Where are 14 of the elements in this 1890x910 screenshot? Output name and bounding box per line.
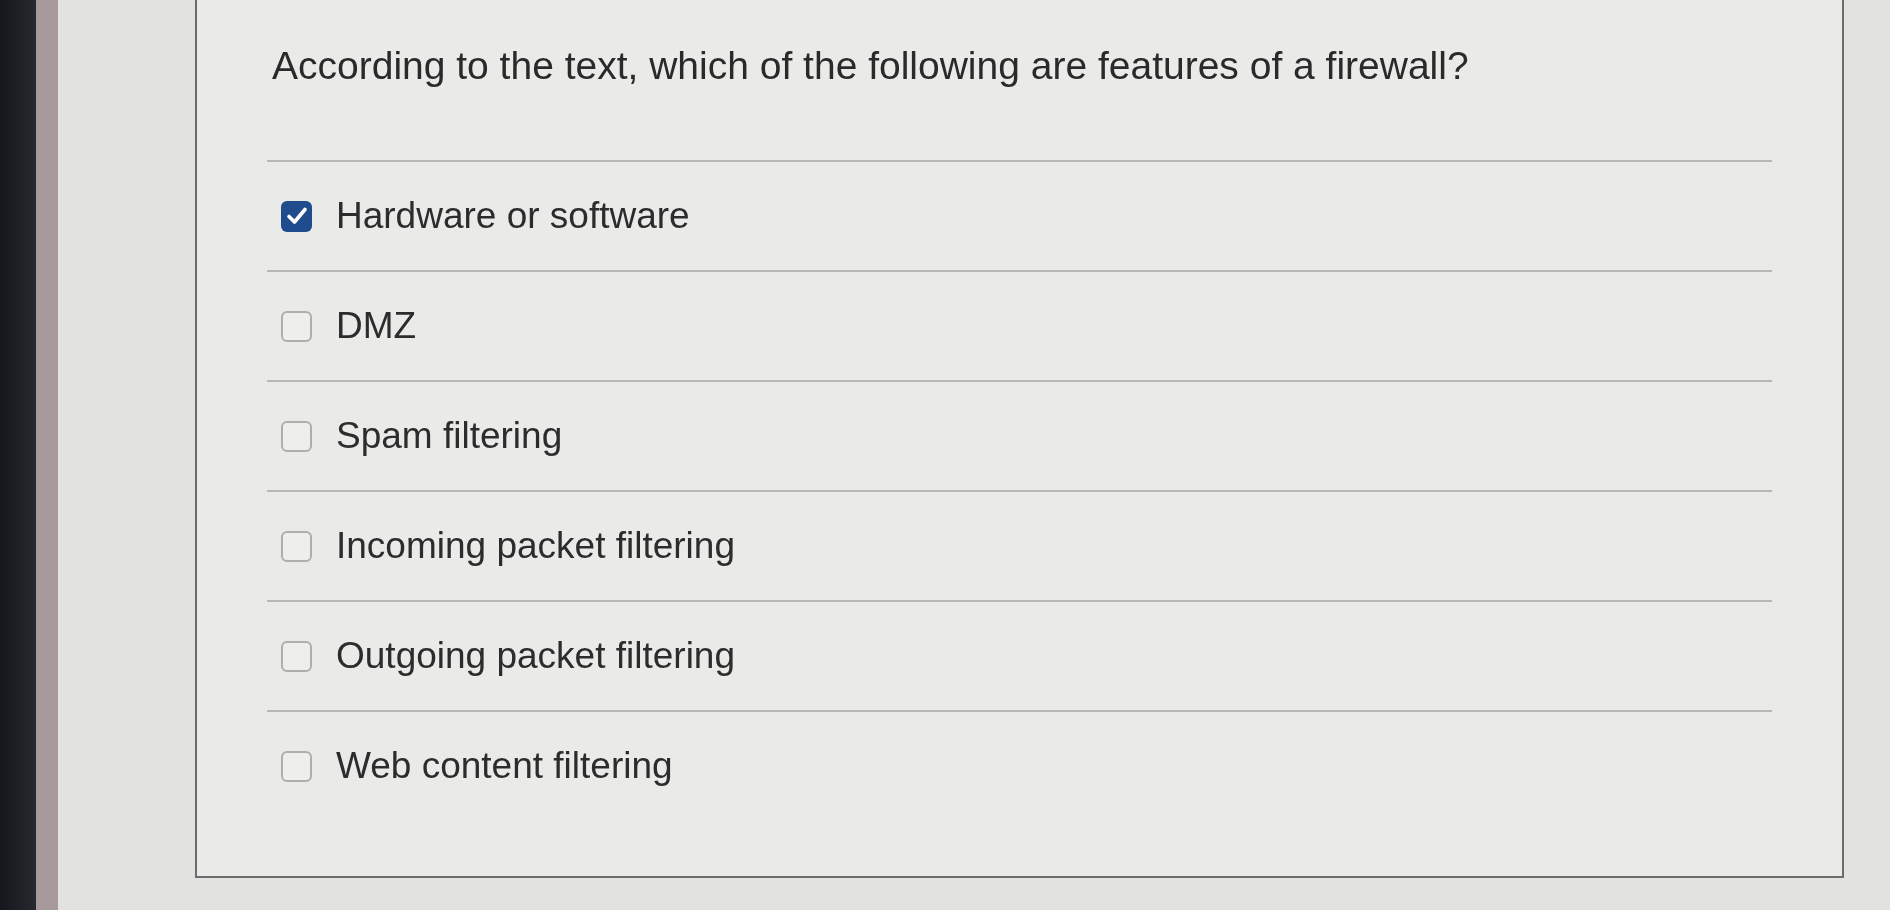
checkbox[interactable] [281, 200, 312, 232]
option-label: Web content filtering [336, 744, 673, 788]
question-text: According to the text, which of the following are features of a firewall? [272, 43, 1470, 89]
checkbox[interactable] [281, 530, 312, 562]
checkbox[interactable] [281, 640, 312, 672]
checkbox[interactable] [281, 750, 312, 782]
checkbox[interactable] [281, 420, 312, 452]
checkbox[interactable] [281, 310, 312, 342]
option-label: Hardware or software [336, 194, 690, 238]
checkmark-icon [285, 205, 308, 227]
option-label: Outgoing packet filtering [336, 634, 735, 678]
option-label: Incoming packet filtering [336, 524, 735, 568]
option-label: Spam filtering [336, 414, 563, 458]
option-label: DMZ [336, 304, 417, 348]
